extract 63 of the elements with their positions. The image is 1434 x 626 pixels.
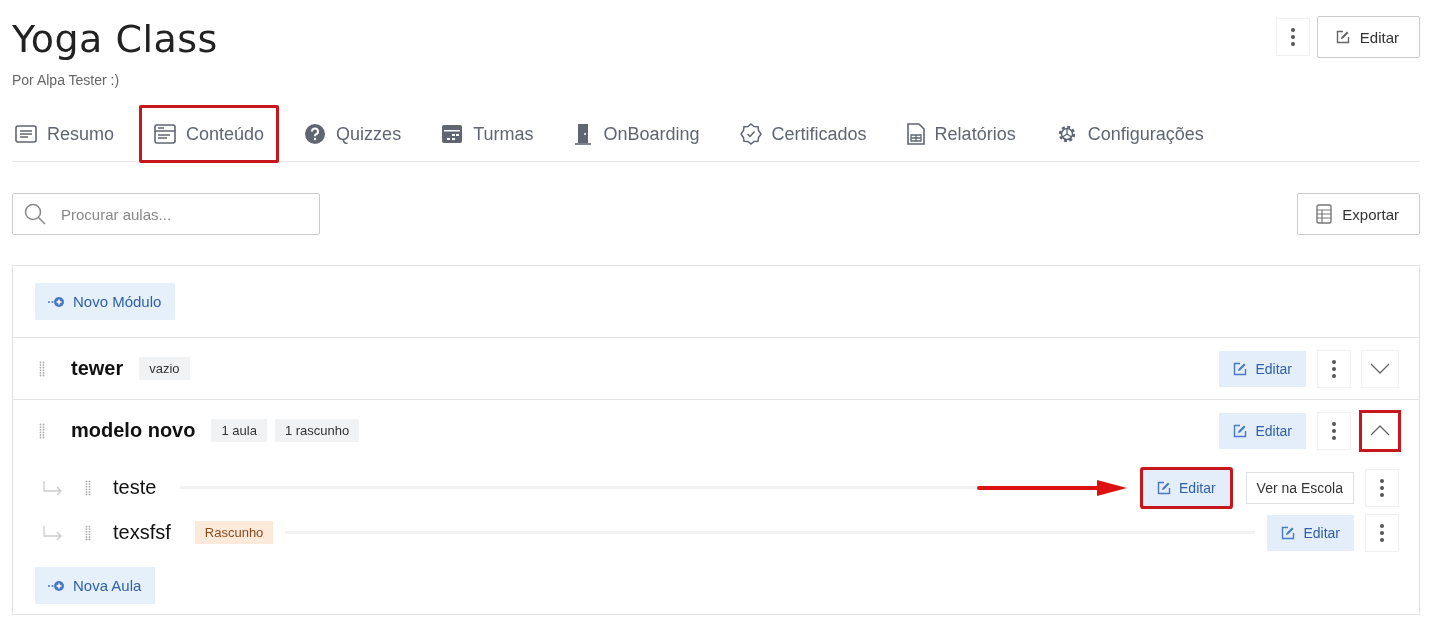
more-icon [1332,359,1336,378]
module-title: modelo novo [71,419,196,442]
more-button[interactable] [1366,514,1398,551]
spreadsheet-icon [1316,204,1333,224]
chevron-icon [1370,363,1390,374]
more-button[interactable] [1366,469,1398,506]
edit-icon [1335,30,1350,44]
count-tag: vazio [139,357,190,380]
add-icon [47,295,65,308]
panel-icon [154,124,177,144]
drag-handle-icon [39,360,45,377]
edit-button[interactable]: Editar [1267,514,1354,551]
chevron-icon [1370,425,1390,436]
status-tag: Rascunho [194,521,274,544]
new-module-button[interactable]: Novo Módulo [35,283,176,320]
door-icon [573,123,594,145]
view-button[interactable]: Ver na Escola [1245,471,1354,504]
sub-arrow-icon [43,524,63,541]
calendar-icon [441,124,464,144]
collapse-button[interactable] [1362,412,1398,449]
page-title: Yoga Class [12,16,218,62]
drag-handle-icon [39,422,45,439]
new-lesson-button[interactable]: Nova Aula [35,567,156,604]
spreadsheet-icon [906,123,925,145]
edit-button[interactable]: Editar [1143,469,1230,506]
tab[interactable]: Relatórios [891,105,1031,163]
edit-icon [1157,480,1172,495]
edit-icon [1281,525,1296,540]
lesson-title: teste [113,476,157,499]
more-icon [1332,421,1336,440]
module-title: tewer [71,357,124,380]
more-icon [1380,523,1384,542]
count-tag: 1 rascunho [274,419,360,442]
tab[interactable]: Conteúdo [139,105,280,163]
more-button[interactable] [1318,412,1350,449]
edit-button[interactable]: Editar [1316,16,1420,58]
search-icon [24,203,46,225]
question-icon [304,123,327,145]
list-icon [15,125,37,143]
edit-icon [1233,361,1248,376]
more-button[interactable] [1318,350,1350,387]
search-field[interactable]: Procurar aulas... [12,193,320,235]
tab[interactable]: Resumo [12,105,130,163]
more-icon [1290,28,1295,46]
lesson-title: texsfsf [113,521,171,544]
drag-handle-icon [85,479,91,496]
tab[interactable]: OnBoarding [558,105,715,163]
more-button[interactable] [1276,19,1309,55]
add-icon [47,579,65,592]
tab[interactable]: Configurações [1040,105,1219,163]
edit-icon [1233,423,1248,438]
sub-arrow-icon [43,479,63,496]
more-icon [1380,478,1384,497]
count-tag: 1 aula [211,419,267,442]
badge-check-icon [739,123,762,145]
edit-button[interactable]: Editar [1219,412,1306,449]
edit-button[interactable]: Editar [1219,350,1306,387]
author-text: Por Alpa Tester :) [12,72,120,88]
export-button[interactable]: Exportar [1297,193,1420,235]
tab[interactable]: Quizzes [289,105,417,163]
tab[interactable]: Turmas [426,105,549,163]
tab[interactable]: Certificados [724,105,882,163]
drag-handle-icon [85,524,91,541]
